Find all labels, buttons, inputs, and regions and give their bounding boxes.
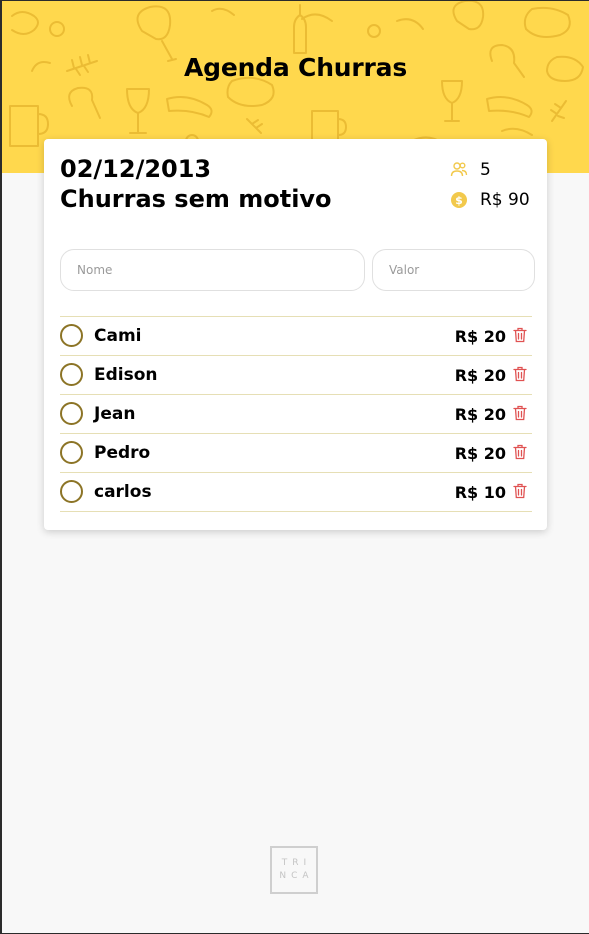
value-input[interactable] [372,249,535,291]
participant-row: carlos R$ 10 [60,473,532,512]
trash-icon[interactable] [513,405,527,421]
participant-value: R$ 20 [454,444,506,463]
trash-icon[interactable] [513,483,527,499]
paid-checkbox[interactable] [60,324,83,347]
participant-count-stat: 5 [450,160,491,180]
participant-name: Edison [94,365,158,385]
event-date: 02/12/2013 [60,155,212,183]
app-title: Agenda Churras [183,53,408,82]
logo-line-2: NCA [279,871,314,881]
participant-name: Pedro [94,443,151,463]
participant-value: R$ 10 [454,483,506,502]
trinca-logo: TRI NCA [270,846,318,894]
dollar-coin-icon: $ [451,192,467,208]
participant-name: Cami [94,326,142,346]
paid-checkbox[interactable] [60,402,83,425]
participant-row: Pedro R$ 20 [60,434,532,473]
app-frame: Agenda Churras 02/12/2013 Churras sem mo… [2,1,589,933]
event-card: 02/12/2013 Churras sem motivo 5 $ R$ 90 [44,139,547,530]
participant-name: Jean [94,404,136,424]
paid-checkbox[interactable] [60,363,83,386]
paid-checkbox[interactable] [60,441,83,464]
participant-row: Edison R$ 20 [60,356,532,395]
participant-value: R$ 20 [454,366,506,385]
logo-line-1: TRI [281,858,312,868]
participant-row: Jean R$ 20 [60,395,532,434]
participant-value: R$ 20 [454,327,506,346]
participant-row: Cami R$ 20 [60,317,532,356]
total-amount-stat: $ R$ 90 [450,190,530,210]
people-icon [450,162,468,177]
participant-count: 5 [480,160,491,180]
svg-text:$: $ [455,194,463,207]
trash-icon[interactable] [513,327,527,343]
participant-value: R$ 20 [454,405,506,424]
trash-icon[interactable] [513,366,527,382]
name-input[interactable] [60,249,365,291]
event-name: Churras sem motivo [60,185,332,213]
total-amount: R$ 90 [480,190,530,210]
participant-list: Cami R$ 20 Edison R$ 20 Jean R$ 20 Pedro… [60,316,532,512]
trash-icon[interactable] [513,444,527,460]
paid-checkbox[interactable] [60,480,83,503]
participant-name: carlos [94,482,152,502]
